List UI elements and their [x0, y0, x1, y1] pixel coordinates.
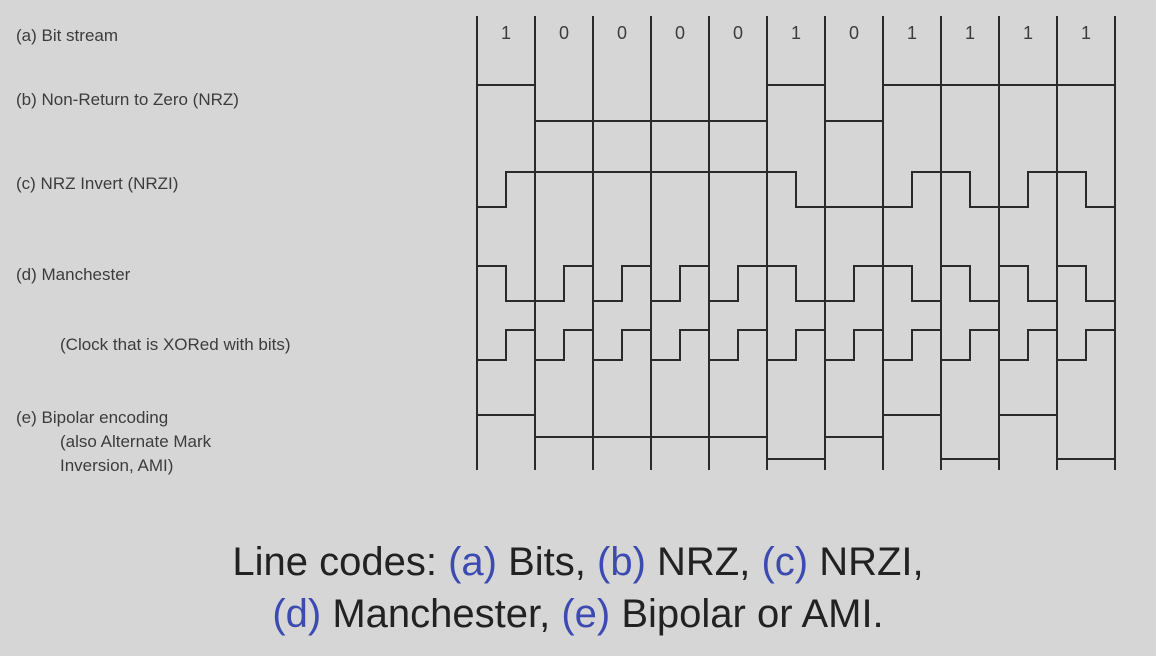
caption-tag: (a) — [448, 540, 497, 584]
caption-tag: (c) — [761, 540, 809, 584]
nrzi-waveform — [477, 171, 1115, 208]
bit-label: 0 — [849, 23, 859, 43]
manchester-waveform — [477, 265, 1115, 302]
line-code-diagram: 1 0 0 0 0 1 0 1 1 1 1 — [476, 16, 1116, 470]
caption-text: Line codes: — [232, 540, 449, 584]
caption-text: Manchester, — [321, 592, 562, 636]
bit-label: 0 — [617, 23, 627, 43]
bit-label: 0 — [733, 23, 743, 43]
caption-text: NRZ, — [645, 540, 762, 584]
caption-text: Bits, — [496, 540, 597, 584]
clock-waveform — [477, 329, 1115, 361]
bit-label: 0 — [675, 23, 685, 43]
bit-label: 1 — [1023, 23, 1033, 43]
bipolar-waveform — [477, 414, 1115, 460]
bit-label: 1 — [1081, 23, 1091, 43]
caption-text: Bipolar or AMI. — [610, 592, 884, 636]
bit-label: 1 — [501, 23, 511, 43]
caption-tag: (e) — [561, 592, 611, 636]
caption-text: NRZI, — [808, 540, 924, 584]
caption-tag: (d) — [272, 592, 322, 636]
caption-line-2: (d) Manchester, (e) Bipolar or AMI. — [0, 592, 1156, 637]
bit-label: 1 — [965, 23, 975, 43]
caption-line-1: Line codes: (a) Bits, (b) NRZ, (c) NRZI, — [0, 540, 1156, 585]
caption-tag: (b) — [597, 540, 646, 584]
bit-label: 0 — [559, 23, 569, 43]
bit-label: 1 — [791, 23, 801, 43]
bit-label: 1 — [907, 23, 917, 43]
nrz-waveform — [477, 84, 1115, 122]
